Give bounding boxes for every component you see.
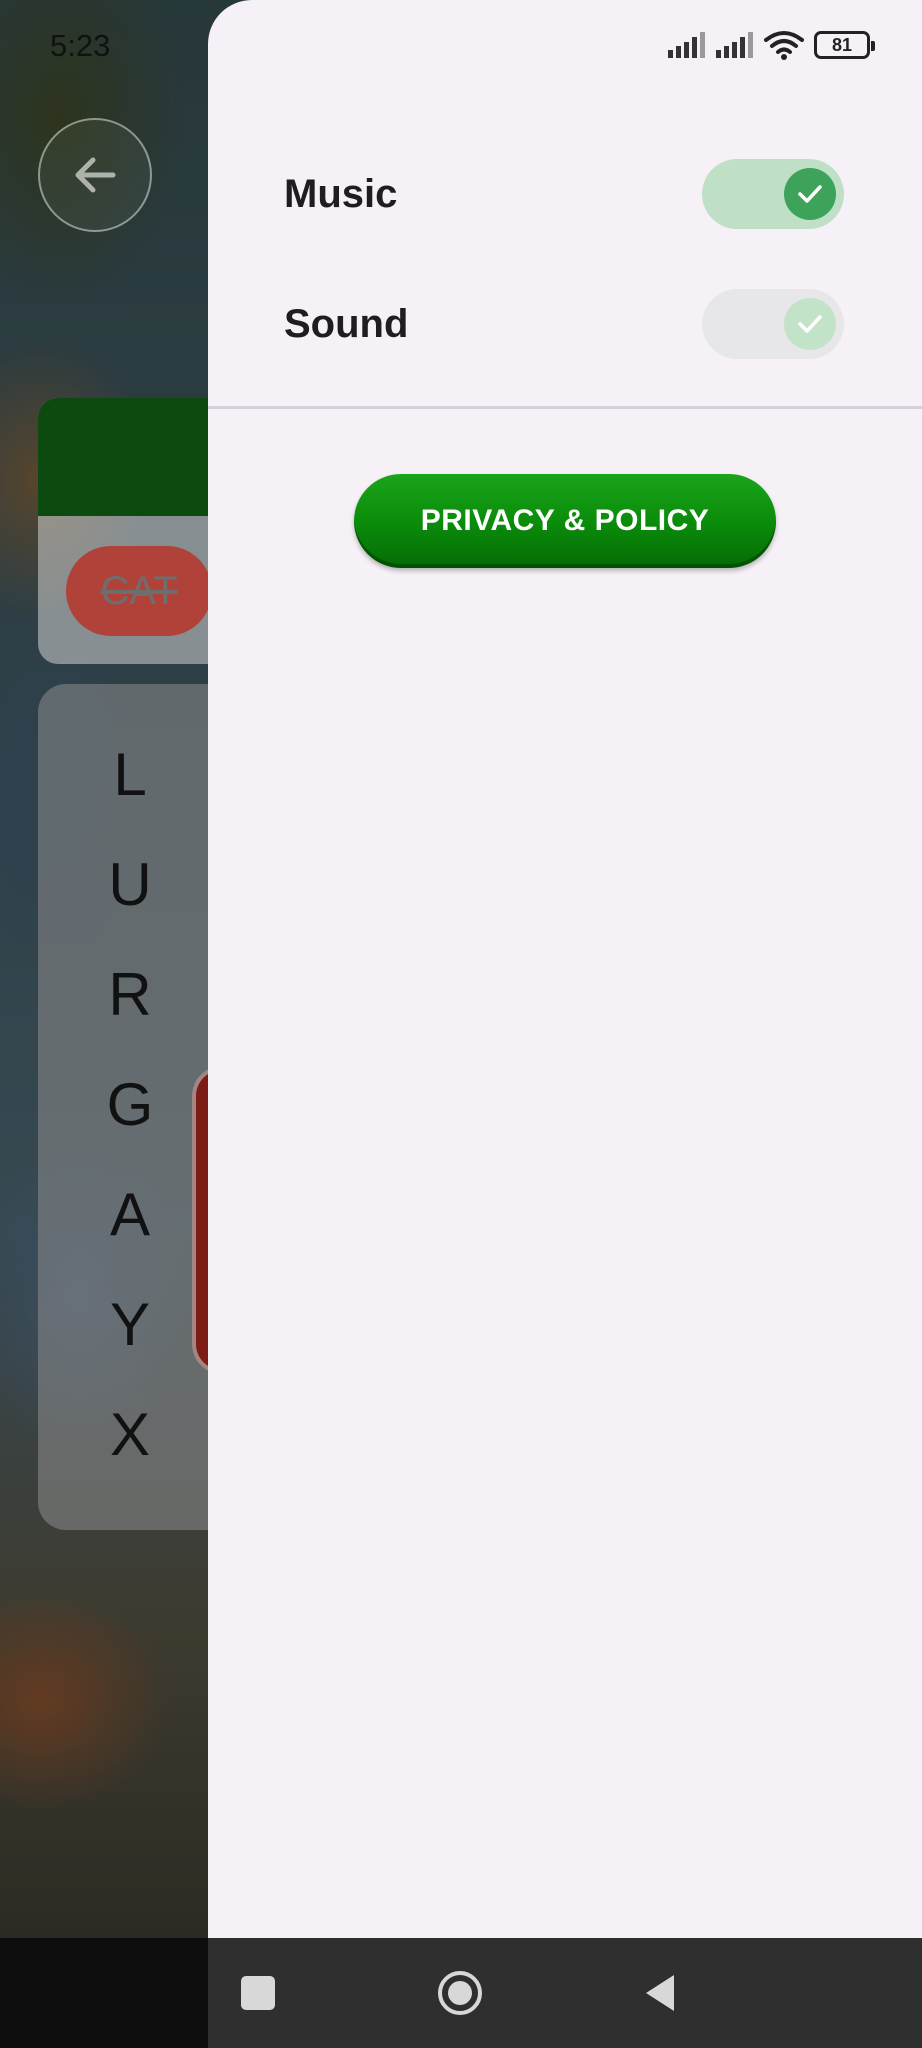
home-icon — [438, 1971, 482, 2015]
system-nav-bar — [208, 1938, 922, 2048]
music-setting-row: Music — [284, 154, 844, 234]
recent-apps-icon — [241, 1976, 275, 2010]
sound-label: Sound — [284, 301, 409, 346]
music-toggle[interactable] — [702, 159, 844, 229]
system-back-button[interactable] — [610, 1938, 710, 2048]
arrow-left-icon — [75, 157, 116, 193]
grid-letter[interactable]: L — [100, 740, 160, 809]
grid-letter[interactable]: G — [100, 1070, 160, 1139]
nav-bar-left-area — [0, 1938, 210, 2048]
toggle-knob — [784, 168, 836, 220]
battery-icon: 81 — [814, 31, 875, 59]
music-label: Music — [284, 171, 398, 216]
privacy-policy-button[interactable]: PRIVACY & POLICY — [354, 474, 776, 568]
recent-apps-button[interactable] — [208, 1938, 308, 2048]
grid-letter[interactable]: U — [100, 850, 160, 919]
check-icon — [798, 315, 822, 333]
grid-letter[interactable]: Y — [100, 1290, 160, 1359]
check-icon — [798, 185, 822, 203]
wifi-icon — [764, 31, 804, 60]
toggle-knob — [784, 298, 836, 350]
status-icons: 81 — [668, 30, 875, 60]
grid-letter[interactable]: R — [100, 960, 160, 1029]
grid-letter[interactable]: X — [100, 1400, 160, 1469]
found-word-chip: CAT — [66, 546, 212, 636]
grid-letter[interactable]: A — [100, 1180, 160, 1249]
status-time: 5:23 — [50, 28, 111, 63]
back-button[interactable] — [38, 118, 152, 232]
battery-level: 81 — [831, 34, 853, 55]
sound-setting-row: Sound — [284, 284, 844, 364]
settings-drawer: 81 Music Sound PRIVACY & POLICY — [208, 0, 922, 1938]
drawer-divider — [208, 406, 922, 409]
signal-icon — [716, 32, 753, 58]
signal-icon — [668, 32, 705, 58]
back-icon — [646, 1975, 674, 2011]
home-button[interactable] — [410, 1938, 510, 2048]
sound-toggle[interactable] — [702, 289, 844, 359]
